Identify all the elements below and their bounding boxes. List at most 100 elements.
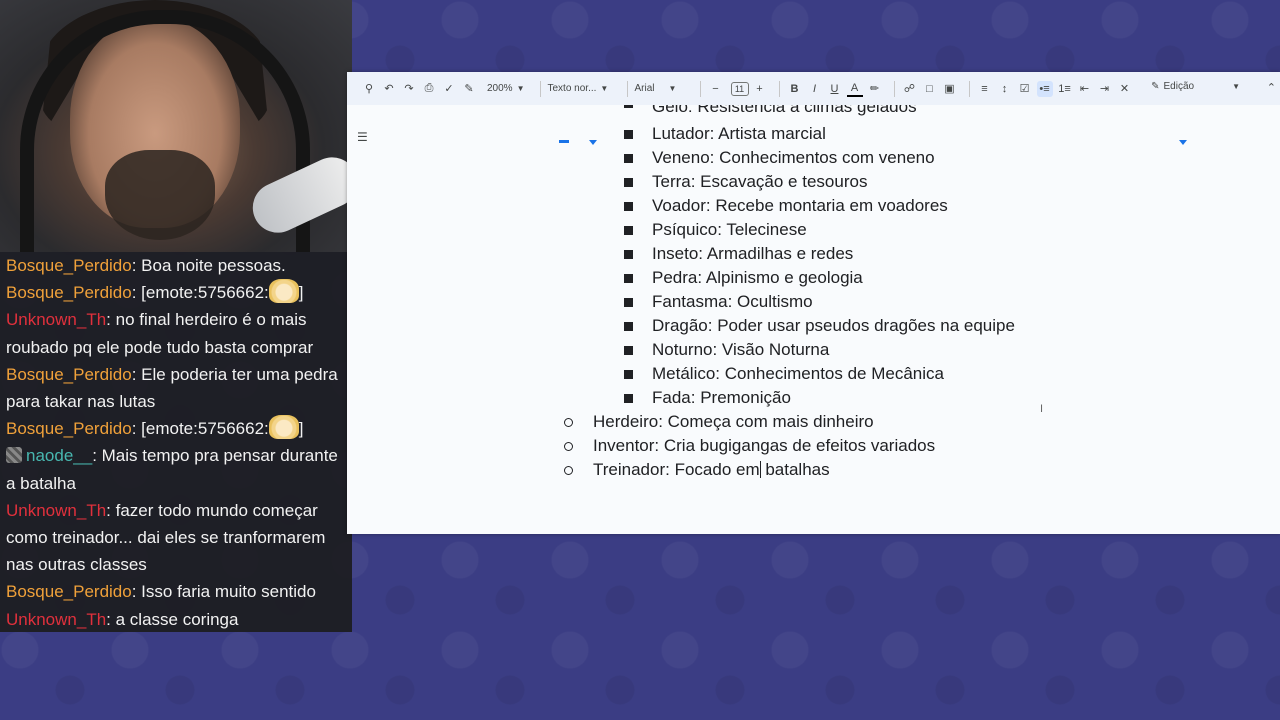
editing-mode-label: Edição (1163, 81, 1195, 92)
increase-font-size-icon[interactable]: + (752, 81, 768, 97)
editing-mode-select[interactable]: ✎ Edição ▼ (1151, 81, 1240, 92)
list-bullet-circle (564, 442, 573, 451)
list-item-active: Treinador: Focado em batalhas (593, 458, 830, 482)
chat-username: Unknown_Th (6, 609, 107, 629)
chat-text: : a classe coringa (106, 609, 239, 629)
list-item: Inseto: Armadilhas e redes (652, 244, 854, 263)
doc-toolbar: ⚲ ↶ ↷ ⎙ ✓ ✎ 200% ▼ Texto nor... ▼ Arial ▼ −… (347, 72, 1280, 105)
list-item: Pedra: Alpinismo e geologia (652, 268, 863, 287)
pencil-icon: ✎ (1151, 81, 1160, 92)
paint-format-icon[interactable]: ✎ (461, 81, 477, 97)
list-bullet (624, 250, 633, 259)
list-item: Dragão: Poder usar pseudos dragões na eq… (652, 316, 1015, 335)
toolbar-divider (778, 80, 780, 97)
image-icon[interactable]: ▣ (942, 81, 958, 97)
list-bullet (624, 346, 633, 355)
list-item: Veneno: Conhecimentos com veneno (652, 148, 935, 167)
increase-indent-icon[interactable]: ⇥ (1097, 81, 1113, 97)
toolbar-divider (699, 80, 701, 97)
list-bullet (624, 370, 633, 379)
link-icon[interactable]: ☍ (902, 81, 918, 97)
document-window: ⚲ ↶ ↷ ⎙ ✓ ✎ 200% ▼ Texto nor... ▼ Arial ▼ −… (347, 72, 1280, 534)
list-item-text-after-cursor: batalhas (760, 460, 830, 479)
list-bullet (624, 130, 633, 139)
list-item: Herdeiro: Começa com mais dinheiro (593, 412, 874, 431)
chat-username: Unknown_Th (6, 500, 107, 520)
chat-text: : [emote:5756662: (131, 283, 269, 303)
spellcheck-icon[interactable]: ✓ (441, 81, 457, 97)
chat-message: Unknown_Th: no final herdeiro é o mais r… (6, 306, 346, 360)
user-badge-icon (6, 447, 22, 464)
toolbar-divider (893, 80, 895, 97)
ruler-left-marker[interactable] (589, 140, 597, 145)
document-outline-icon[interactable]: ☰ (357, 130, 368, 144)
redo-icon[interactable]: ↷ (401, 81, 417, 97)
chevron-down-icon: ▼ (516, 84, 525, 93)
zoom-select[interactable]: 200% ▼ (487, 83, 525, 94)
chat-username: Unknown_Th (6, 310, 107, 330)
chat-text-after: ] (298, 283, 304, 303)
chat-text: : Boa noite pessoas. (131, 256, 286, 275)
list-bullet (624, 226, 633, 235)
chat-message: Bosque_Perdido: Ele poderia ter uma pedr… (6, 361, 346, 415)
font-value: Arial (634, 83, 655, 94)
chat-text-after: ] (298, 419, 304, 439)
ruler-right-marker[interactable] (1179, 140, 1187, 145)
list-item: Terra: Escavação e tesouros (652, 172, 868, 191)
italic-icon[interactable]: I (807, 81, 823, 97)
style-value: Texto nor... (547, 83, 597, 94)
ruler-indent-marker[interactable] (559, 140, 569, 143)
comment-icon[interactable]: □ (922, 81, 938, 97)
chat-username: Bosque_Perdido (6, 283, 132, 303)
webcam-feed (0, 0, 352, 252)
chat-username: Bosque_Perdido (6, 419, 132, 439)
clear-formatting-icon[interactable]: ✕ (1117, 81, 1133, 97)
list-item: Psíquico: Telecinese (652, 220, 807, 239)
list-bullet (624, 274, 633, 283)
checklist-icon[interactable]: ☑ (1017, 81, 1033, 97)
mouse-ibeam-icon: I (1040, 403, 1044, 415)
bulleted-list-icon[interactable]: •≡ (1036, 80, 1053, 97)
emote-icon (268, 415, 299, 440)
emote-icon (268, 279, 299, 304)
chat-message: Bosque_Perdido: [emote:5756662:] (6, 415, 346, 442)
list-bullet (624, 178, 633, 187)
list-bullet-circle (564, 418, 573, 427)
search-icon[interactable]: ⚲ (361, 81, 377, 97)
undo-icon[interactable]: ↶ (381, 81, 397, 97)
chevron-down-icon: ▼ (1232, 82, 1240, 91)
bold-icon[interactable]: B (787, 81, 803, 97)
font-size-input[interactable]: 11 (730, 81, 749, 96)
list-item: Inventor: Cria bugigangas de efeitos var… (593, 436, 936, 455)
list-item: Lutador: Artista marcial (652, 124, 826, 143)
collapse-toolbar-icon[interactable]: ⌃ (1267, 81, 1276, 94)
decrease-font-size-icon[interactable]: − (708, 81, 724, 97)
toolbar-divider (626, 80, 628, 97)
chat-message: naode__: Mais tempo pra pensar durante a… (6, 442, 346, 496)
decrease-indent-icon[interactable]: ⇤ (1077, 81, 1093, 97)
underline-icon[interactable]: U (827, 81, 843, 97)
chat-text: : [emote:5756662: (131, 419, 269, 439)
text-color-icon[interactable]: A (846, 81, 863, 97)
chat-text: : Isso faria muito sentido (131, 582, 316, 602)
list-bullet (624, 154, 633, 163)
chat-username: Bosque_Perdido (6, 256, 132, 275)
list-bullet (624, 322, 633, 331)
chat-message: Bosque_Perdido: Boa noite pessoas. (6, 252, 346, 279)
toolbar-divider (539, 80, 541, 97)
highlight-icon[interactable]: ✏ (867, 81, 883, 97)
list-bullet (624, 105, 633, 108)
line-spacing-icon[interactable]: ↕ (997, 81, 1013, 97)
print-icon[interactable]: ⎙ (421, 81, 437, 97)
font-select[interactable]: Arial ▼ (635, 83, 685, 94)
chevron-down-icon: ▼ (668, 84, 677, 93)
paragraph-style-select[interactable]: Texto nor... ▼ (548, 83, 612, 94)
list-item: Gelo: Resistência a climas gelados (652, 105, 917, 116)
align-icon[interactable]: ≡ (977, 81, 993, 97)
list-item: Fada: Premonição (652, 388, 791, 407)
chevron-down-icon: ▼ (600, 84, 609, 93)
numbered-list-icon[interactable]: 1≡ (1057, 81, 1073, 97)
list-item: Voador: Recebe montaria em voadores (652, 196, 948, 215)
document-body[interactable]: ☰ Gelo: Resistência a climas gelados Lut… (347, 105, 1280, 534)
list-item: Fantasma: Ocultismo (652, 292, 813, 311)
